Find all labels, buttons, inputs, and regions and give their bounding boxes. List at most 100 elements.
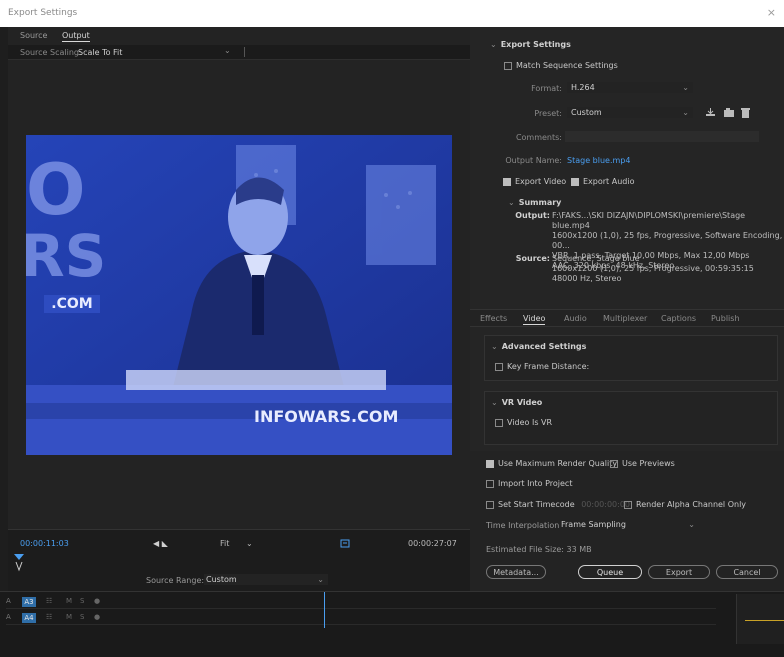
use-previews-checkbox[interactable] xyxy=(610,459,618,468)
save-preset-icon xyxy=(706,108,715,116)
start-timecode-value: 00:00:00:00 xyxy=(581,500,630,509)
summary-output-line: 1600x1200 (1,0), 25 fps, Progressive, So… xyxy=(552,231,783,250)
comments-label: Comments: xyxy=(515,133,562,142)
backdrop-dot-com: .COM xyxy=(44,295,100,313)
format-value: H.264 xyxy=(571,83,595,92)
mute-icon[interactable]: M xyxy=(66,613,72,621)
chevron-down-icon: ⌄ xyxy=(508,198,515,207)
tab-multiplexer[interactable]: Multiplexer xyxy=(603,314,647,323)
summary-header[interactable]: ⌄ Summary xyxy=(508,198,561,207)
tab-publish[interactable]: Publish xyxy=(711,314,740,323)
solo-icon[interactable]: S xyxy=(80,613,84,621)
source-scaling-dropdown[interactable]: Scale To Fit xyxy=(78,48,122,57)
chevron-down-icon: ⌄ xyxy=(682,83,689,92)
output-name-label: Output Name: xyxy=(505,156,562,165)
chevron-down-icon: ⌄ xyxy=(245,539,253,548)
solo-icon[interactable]: S xyxy=(80,597,84,605)
tab-audio[interactable]: Audio xyxy=(564,314,587,323)
vr-video-header[interactable]: ⌄ VR Video xyxy=(491,398,542,407)
queue-button[interactable]: Queue xyxy=(578,565,642,579)
cancel-button[interactable]: Cancel xyxy=(716,565,778,579)
source-scaling-bar: Source Scaling: Scale To Fit ⌄ xyxy=(8,45,470,60)
export-audio-checkbox[interactable] xyxy=(571,177,579,186)
chevron-down-icon: ⌄ xyxy=(490,40,497,49)
export-video-row[interactable]: Export Video xyxy=(503,177,566,186)
timecode-in[interactable]: 00:00:11:03 xyxy=(20,539,69,548)
playhead-line xyxy=(324,592,325,628)
match-sequence-checkbox[interactable] xyxy=(504,61,512,70)
fit-dropdown[interactable]: Fit ⌄ xyxy=(220,539,253,548)
match-sequence-row[interactable]: Match Sequence Settings xyxy=(504,61,618,70)
microphone-icon[interactable]: ● xyxy=(94,597,100,605)
chevron-down-icon: ⌄ xyxy=(317,575,324,584)
advanced-settings-header[interactable]: ⌄ Advanced Settings xyxy=(491,342,586,351)
mark-in-out-icon[interactable]: ◀ ◣ xyxy=(153,539,168,548)
format-dropdown[interactable]: H.264 ⌄ xyxy=(567,82,693,93)
track-row[interactable]: A A3 ☷ M S ● xyxy=(6,596,716,609)
start-timecode-label: Set Start Timecode xyxy=(498,500,575,509)
key-frame-checkbox[interactable] xyxy=(495,362,503,371)
playhead-icon[interactable] xyxy=(12,552,26,572)
tab-captions[interactable]: Captions xyxy=(661,314,696,323)
video-is-vr-checkbox[interactable] xyxy=(495,418,503,427)
start-timecode-row[interactable]: Set Start Timecode 00:00:00:00 xyxy=(486,500,630,509)
summary-source-label: Source: xyxy=(515,254,550,263)
track-label[interactable]: A3 xyxy=(22,597,36,607)
use-previews-row[interactable]: Use Previews xyxy=(610,459,675,468)
import-project-row[interactable]: Import Into Project xyxy=(486,479,572,488)
export-button[interactable]: Export xyxy=(648,565,710,579)
advanced-settings-title: Advanced Settings xyxy=(501,342,587,351)
metadata-button[interactable]: Metadata... xyxy=(486,565,546,579)
close-icon[interactable]: × xyxy=(767,6,776,19)
video-is-vr-row[interactable]: Video Is VR xyxy=(495,418,552,427)
time-interpolation-label: Time Interpolation: xyxy=(486,521,563,530)
track-target-icon[interactable]: A xyxy=(6,613,16,623)
time-interpolation-value: Frame Sampling xyxy=(561,520,626,529)
track-label[interactable]: A4 xyxy=(22,613,36,623)
track-target-icon[interactable]: A xyxy=(6,597,16,607)
sync-lock-icon[interactable]: ☷ xyxy=(46,597,52,605)
use-previews-label: Use Previews xyxy=(622,459,675,468)
backdrop-letters-rs: RS xyxy=(26,222,107,290)
chevron-down-icon[interactable]: ⌄ xyxy=(224,46,231,55)
preset-dropdown[interactable]: Custom ⌄ xyxy=(567,107,693,118)
preview-tabs: Source Output xyxy=(8,27,470,45)
microphone-icon[interactable]: ● xyxy=(94,613,100,621)
output-name-link[interactable]: Stage blue.mp4 xyxy=(567,156,630,165)
sync-lock-icon[interactable]: ☷ xyxy=(46,613,52,621)
format-label: Format: xyxy=(531,84,562,93)
video-preview: O RS .COM INFOWARS.COM xyxy=(26,135,452,455)
source-range-dropdown[interactable]: Custom ⌄ xyxy=(204,574,328,585)
render-alpha-row[interactable]: Render Alpha Channel Only xyxy=(624,500,746,509)
import-project-checkbox[interactable] xyxy=(486,479,494,488)
render-alpha-checkbox[interactable] xyxy=(624,500,632,509)
key-frame-row[interactable]: Key Frame Distance: xyxy=(495,362,589,371)
vr-video-title: VR Video xyxy=(501,398,543,407)
advanced-settings-card: ⌄ Advanced Settings Key Frame Distance: xyxy=(484,335,778,381)
start-timecode-checkbox[interactable] xyxy=(486,500,494,509)
source-range-value: Custom xyxy=(206,575,237,584)
export-audio-row[interactable]: Export Audio xyxy=(571,177,634,186)
mute-icon[interactable]: M xyxy=(66,597,72,605)
source-range-label: Source Range: xyxy=(146,576,205,585)
settings-icon[interactable] xyxy=(340,538,350,548)
tab-effects[interactable]: Effects xyxy=(480,314,507,323)
time-interpolation-dropdown[interactable]: Frame Sampling ⌄ xyxy=(559,519,699,530)
render-options: Use Maximum Render Quality Use Previews … xyxy=(470,451,784,591)
timecode-out: 00:00:27:07 xyxy=(408,539,457,548)
tab-source[interactable]: Source xyxy=(20,31,47,40)
window-title: Export Settings xyxy=(8,8,78,18)
tab-output[interactable]: Output xyxy=(62,31,90,42)
summary-title: Summary xyxy=(518,198,562,207)
key-frame-label: Key Frame Distance: xyxy=(507,362,590,371)
max-quality-row[interactable]: Use Maximum Render Quality xyxy=(486,459,617,468)
timeline-tracks: A A3 ☷ M S ● A A4 ☷ M S ● xyxy=(0,591,784,657)
tab-video[interactable]: Video xyxy=(523,314,546,325)
export-settings-header[interactable]: ⌄ Export Settings xyxy=(490,40,571,49)
track-row[interactable]: A A4 ☷ M S ● xyxy=(6,612,716,625)
comments-input[interactable] xyxy=(565,131,759,142)
fit-value: Fit xyxy=(220,539,230,548)
max-quality-checkbox[interactable] xyxy=(486,459,494,468)
export-video-checkbox[interactable] xyxy=(503,177,511,186)
video-is-vr-label: Video Is VR xyxy=(507,418,553,427)
